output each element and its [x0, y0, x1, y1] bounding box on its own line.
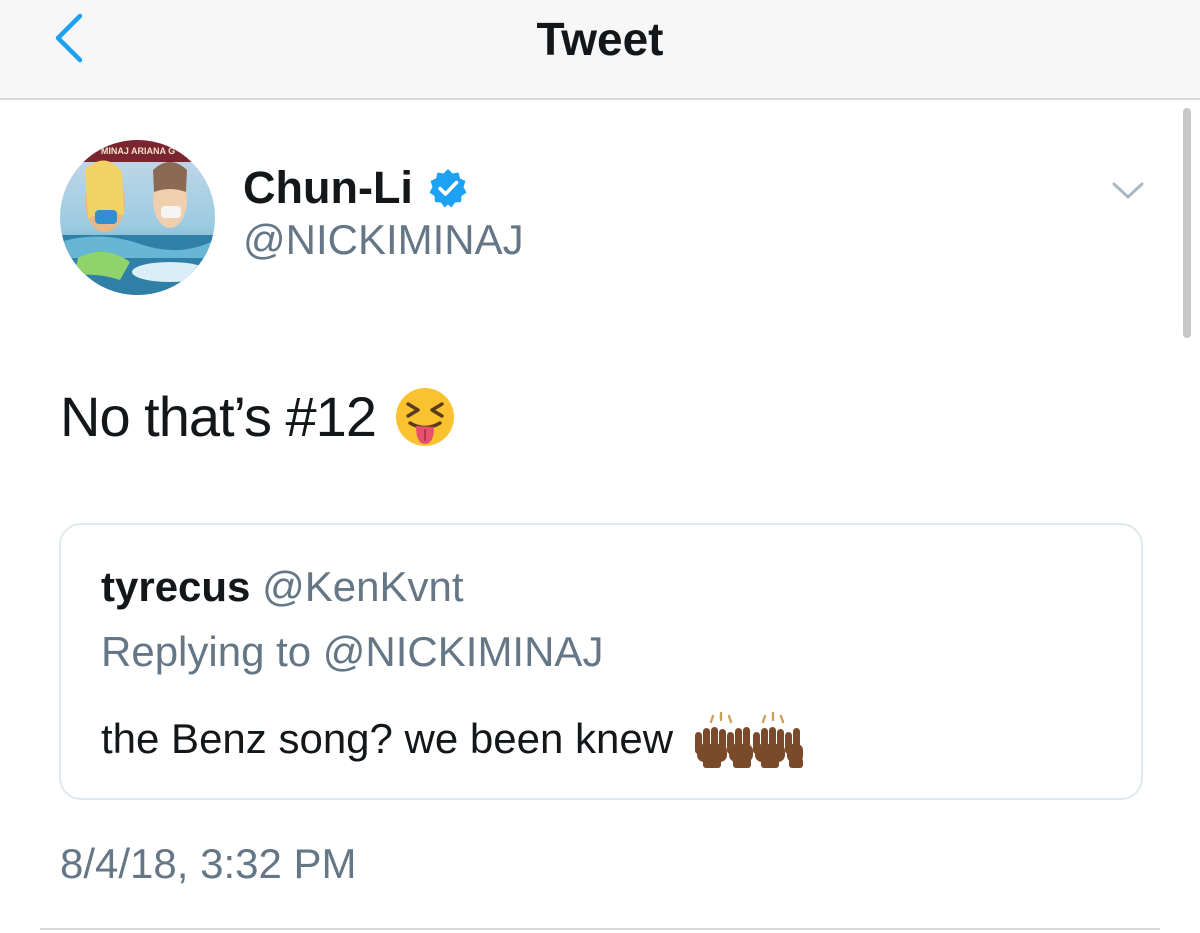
tweet-body: No that’s #12 — [60, 384, 456, 449]
quoted-body: the Benz song? we been knew — [101, 710, 807, 768]
display-name[interactable]: Chun-Li — [243, 162, 413, 214]
quoted-text: the Benz song? we been knew — [101, 715, 674, 762]
avatar[interactable]: MINAJ ARIANA G — [60, 140, 215, 295]
divider — [40, 928, 1160, 930]
verified-badge-icon — [427, 167, 469, 209]
avatar-banner-text: MINAJ ARIANA G — [101, 146, 175, 156]
tweet-text: No that’s #12 — [60, 385, 377, 448]
author-name-row: Chun-Li — [243, 158, 469, 218]
author-handle[interactable]: @NICKIMINAJ — [243, 216, 524, 264]
quoted-tweet-card[interactable]: tyrecus @KenKvnt Replying to @NICKIMINAJ… — [59, 523, 1143, 800]
scrollbar[interactable] — [1183, 108, 1191, 338]
quoted-display-name: tyrecus — [101, 563, 251, 610]
avatar-image: MINAJ ARIANA G — [60, 140, 215, 295]
page-title: Tweet — [536, 13, 664, 65]
navigation-bar: Tweet — [0, 0, 1200, 100]
raising-hands-icon — [689, 710, 807, 768]
squinting-face-with-tongue-icon — [394, 386, 456, 448]
quoted-author: tyrecus @KenKvnt — [101, 563, 464, 611]
quoted-replying-to: Replying to @NICKIMINAJ — [101, 628, 604, 675]
quoted-handle: @KenKvnt — [262, 563, 464, 610]
tweet-timestamp: 8/4/18, 3:32 PM — [60, 840, 357, 887]
chevron-down-icon — [1112, 182, 1144, 199]
tweet-options-button[interactable] — [1110, 176, 1146, 204]
